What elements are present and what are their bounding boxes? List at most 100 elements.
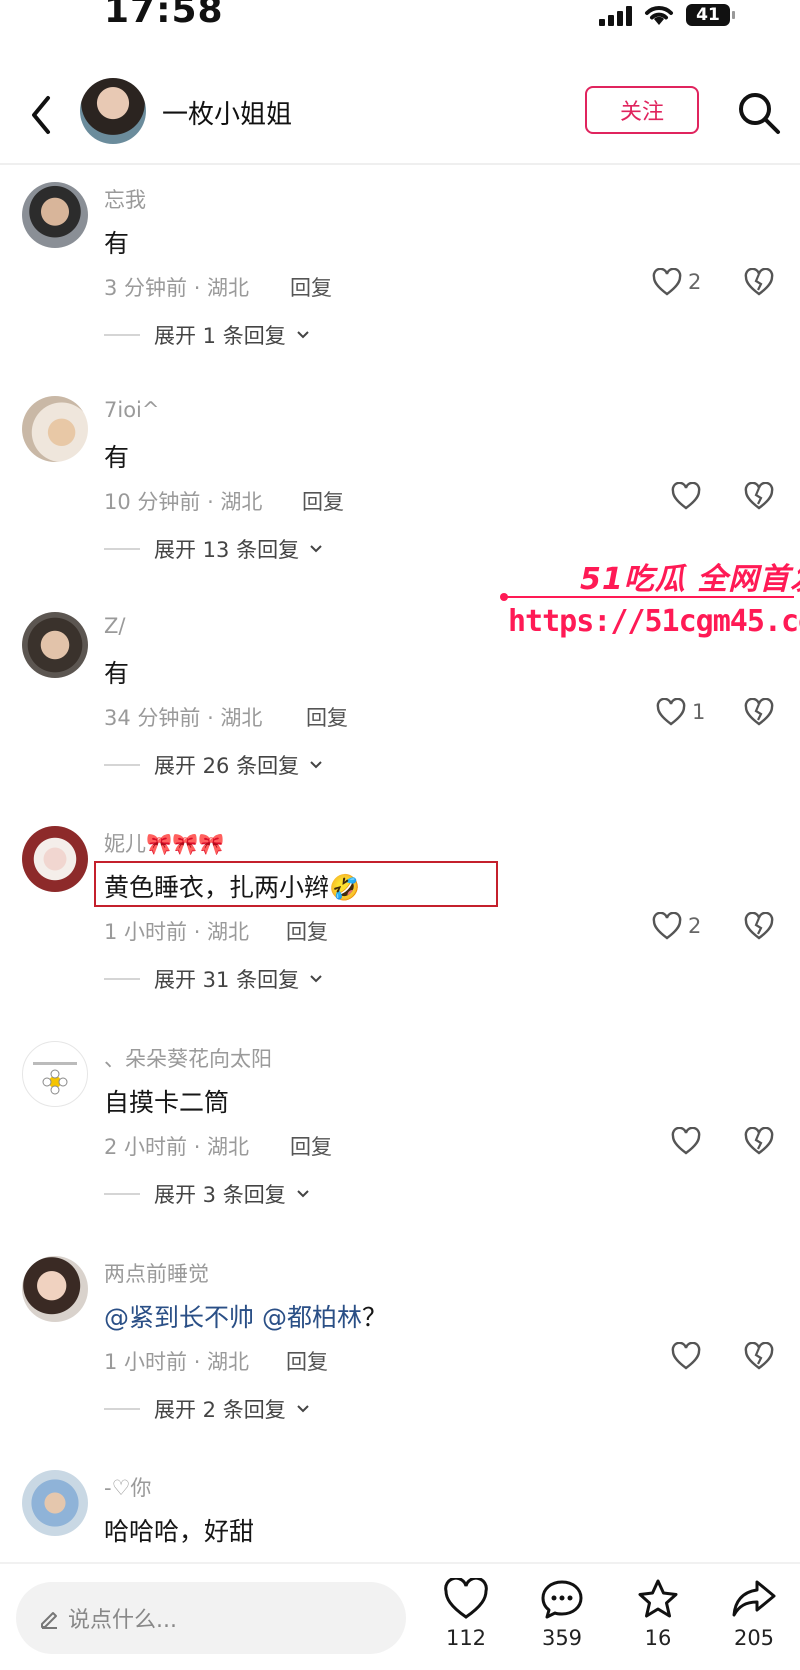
comment-text: 哈哈哈，好甜	[104, 1517, 255, 1546]
watermark-title: 51吃瓜 全网首发	[580, 562, 800, 597]
bottom-action-bar: 说点什么... 112 359 16 205	[0, 1562, 800, 1670]
avatar[interactable]	[22, 1470, 88, 1536]
comment-username[interactable]: -♡你	[104, 1472, 151, 1502]
like-button[interactable]	[671, 1127, 707, 1155]
like-action[interactable]: 112	[426, 1576, 506, 1650]
like-button[interactable]	[671, 482, 707, 510]
back-icon[interactable]	[22, 90, 62, 140]
comment-input-placeholder: 说点什么...	[68, 1608, 177, 1633]
broken-heart-icon[interactable]	[744, 1342, 774, 1370]
comment-item: 妮儿🎀🎀🎀 黄色睡衣，扎两小辫🤣 1 小时前 · 湖北 回复 2 展开 31 条…	[0, 826, 800, 1026]
comment-total: 359	[541, 1626, 583, 1650]
comment-text-suffix: ？	[361, 1303, 387, 1332]
comment-input[interactable]: 说点什么...	[16, 1582, 406, 1654]
profile-avatar[interactable]	[80, 78, 146, 144]
expand-replies[interactable]: 展开 31 条回复	[104, 964, 323, 994]
pencil-icon	[41, 1612, 57, 1629]
watermark-line	[504, 596, 794, 598]
avatar[interactable]	[22, 396, 88, 462]
comment-action[interactable]: 359	[522, 1578, 602, 1650]
avatar[interactable]	[22, 182, 88, 248]
expand-line	[104, 1193, 140, 1195]
like-button[interactable]	[671, 1342, 707, 1370]
star-icon	[638, 1579, 678, 1618]
mention-link[interactable]: @都柏林	[262, 1303, 362, 1332]
reply-button[interactable]: 回复	[286, 916, 328, 946]
flower-icon	[33, 1062, 77, 1095]
expand-line	[104, 334, 140, 336]
broken-heart-icon[interactable]	[744, 1127, 774, 1155]
expand-replies[interactable]: 展开 3 条回复	[104, 1179, 310, 1209]
comment-username[interactable]: Z/	[104, 614, 125, 638]
signal-icon	[599, 6, 632, 26]
follow-button[interactable]: 关注	[585, 86, 699, 134]
comment-item: 两点前睡觉 @紧到长不帅 @都柏林？ 1 小时前 · 湖北 回复 展开 2 条回…	[0, 1256, 800, 1456]
battery-icon: 41	[686, 4, 735, 26]
share-icon	[732, 1580, 776, 1617]
expand-line	[104, 548, 140, 550]
like-button[interactable]: 2	[652, 912, 701, 940]
reply-button[interactable]: 回复	[302, 486, 344, 516]
expand-replies[interactable]: 展开 1 条回复	[104, 320, 310, 350]
broken-heart-icon[interactable]	[744, 482, 774, 510]
expand-replies[interactable]: 展开 2 条回复	[104, 1394, 310, 1424]
like-button[interactable]: 1	[656, 698, 705, 726]
reply-button[interactable]: 回复	[306, 702, 348, 732]
favorite-action[interactable]: 16	[618, 1578, 698, 1650]
heart-icon	[652, 912, 682, 940]
watermark: 51吃瓜 全网首发 https://51cgm45.com	[500, 554, 800, 654]
reply-button[interactable]: 回复	[290, 272, 332, 302]
status-icons: 41	[599, 0, 735, 26]
chevron-down-icon	[297, 1405, 309, 1413]
comment-meta: 10 分钟前 · 湖北	[104, 490, 263, 514]
wifi-icon	[645, 6, 673, 25]
chevron-down-icon	[310, 545, 322, 553]
broken-heart-icon[interactable]	[744, 912, 774, 940]
mention-link[interactable]: @紧到长不帅	[104, 1303, 254, 1332]
heart-icon	[652, 268, 682, 296]
expand-label: 展开 2 条回复	[154, 1398, 286, 1422]
header-divider	[0, 163, 800, 165]
expand-line	[104, 1408, 140, 1410]
comment-username[interactable]: 妮儿🎀🎀🎀	[104, 828, 224, 858]
expand-line	[104, 978, 140, 980]
profile-header: 一枚小姐姐 关注	[0, 70, 800, 162]
expand-label: 展开 26 条回复	[154, 754, 300, 778]
avatar[interactable]	[22, 612, 88, 678]
expand-label: 展开 1 条回复	[154, 324, 286, 348]
reply-button[interactable]: 回复	[290, 1131, 332, 1161]
expand-replies[interactable]: 展开 13 条回复	[104, 534, 323, 564]
chevron-down-icon	[297, 1190, 309, 1198]
comment-item: -♡你 哈哈哈，好甜	[0, 1470, 800, 1560]
comment-username[interactable]: 、朵朵葵花向太阳	[104, 1043, 272, 1073]
comment-username[interactable]: 两点前睡觉	[104, 1258, 209, 1288]
expand-label: 展开 31 条回复	[154, 968, 300, 992]
like-count: 2	[688, 270, 702, 294]
comment-username[interactable]: 7ioi^	[104, 398, 159, 422]
broken-heart-icon[interactable]	[744, 698, 774, 726]
avatar[interactable]	[22, 826, 88, 892]
expand-label: 展开 3 条回复	[154, 1183, 286, 1207]
heart-icon	[671, 482, 701, 510]
expand-label: 展开 13 条回复	[154, 538, 300, 562]
heart-icon	[656, 698, 686, 726]
comment-username[interactable]: 忘我	[104, 184, 146, 214]
avatar[interactable]	[22, 1041, 88, 1107]
battery-level: 41	[696, 5, 720, 25]
avatar[interactable]	[22, 1256, 88, 1322]
like-total: 112	[445, 1626, 487, 1650]
comment-text: 有	[104, 659, 130, 688]
broken-heart-icon[interactable]	[744, 268, 774, 296]
share-total: 205	[733, 1626, 775, 1650]
chevron-down-icon	[310, 761, 322, 769]
comment-meta: 3 分钟前 · 湖北	[104, 276, 250, 300]
like-button[interactable]: 2	[652, 268, 701, 296]
expand-replies[interactable]: 展开 26 条回复	[104, 750, 323, 780]
favorite-total: 16	[644, 1626, 672, 1650]
profile-username[interactable]: 一枚小姐姐	[162, 94, 292, 131]
heart-icon	[671, 1342, 701, 1370]
reply-button[interactable]: 回复	[286, 1346, 328, 1376]
chevron-down-icon	[297, 331, 309, 339]
share-action[interactable]: 205	[714, 1578, 794, 1650]
search-icon[interactable]	[736, 90, 782, 136]
